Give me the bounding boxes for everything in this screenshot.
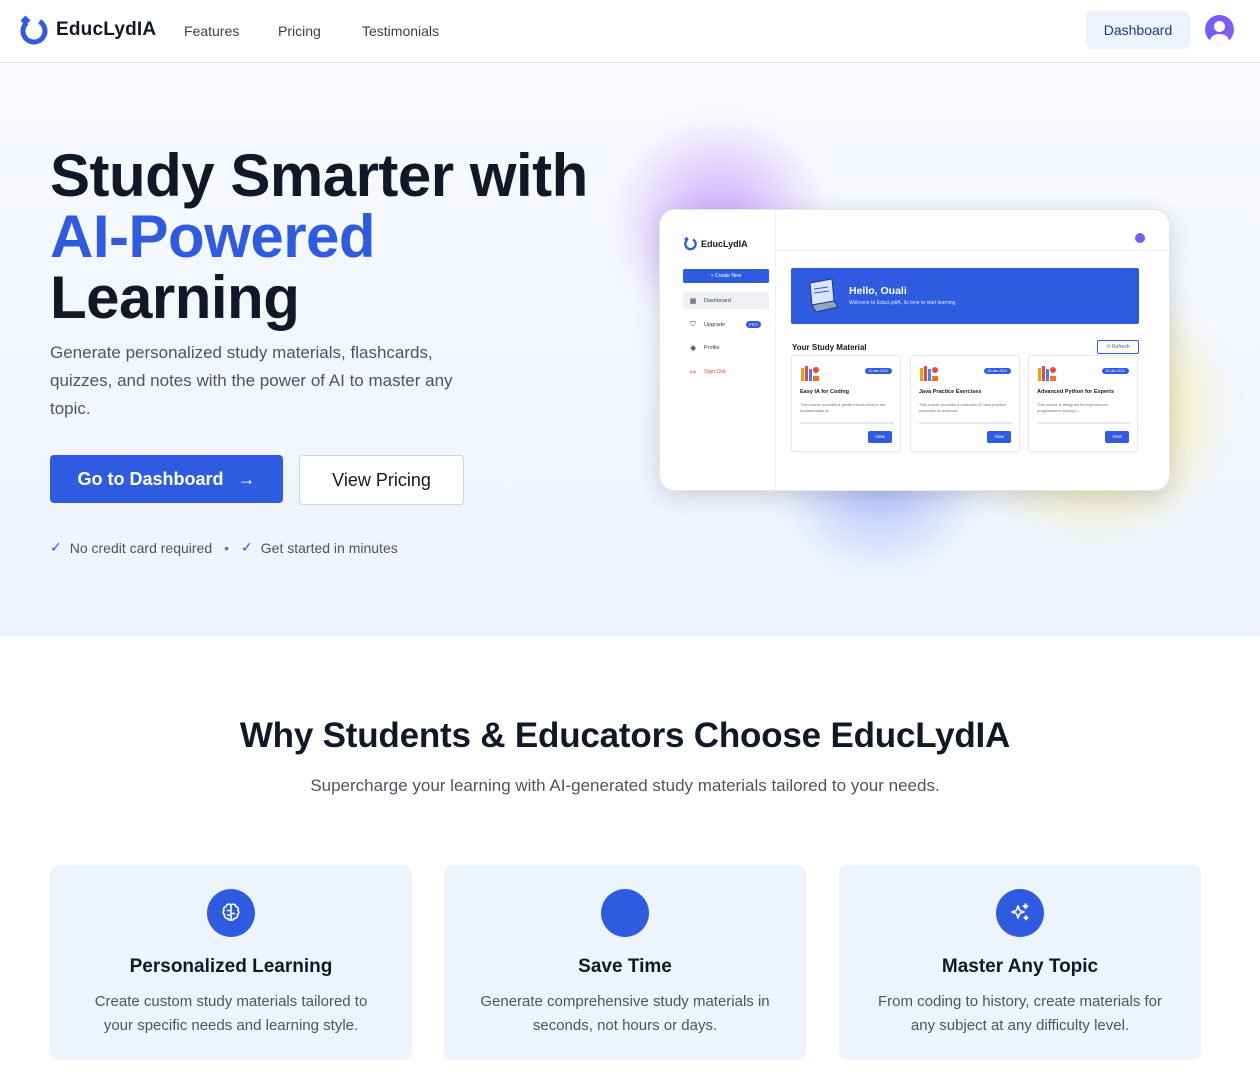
laptop-icon <box>809 278 839 313</box>
course-progress-bar <box>919 422 1013 424</box>
feature-title: Master Any Topic <box>941 956 1099 977</box>
hero-description: Generate personalized study materials, f… <box>50 343 453 418</box>
course-progress-bar <box>1037 422 1131 424</box>
feature-description: Generate comprehensive study materials i… <box>480 993 770 1034</box>
course-date-badge: 20-dec 2024 <box>864 368 892 374</box>
brain-icon <box>207 889 255 937</box>
view-pricing-button[interactable]: View Pricing <box>299 455 464 505</box>
course-view-button: View <box>868 431 892 443</box>
course-description: This course provides a gentle introducti… <box>800 402 886 413</box>
mock-brand: EducLydIA <box>683 236 748 251</box>
mock-section-title: Your Study Material <box>792 343 867 352</box>
feature-title: Save Time <box>578 956 672 977</box>
app-preview-mockup: EducLydIA + Create New ▦ Dashboard ⛉ Upg… <box>659 209 1170 491</box>
books-icon <box>920 366 938 381</box>
course-title: Advanced Python for Experts <box>1037 389 1115 395</box>
features-title: Why Students & Educators Choose EducLydI… <box>239 716 1011 755</box>
shield-icon: ⛉ <box>690 320 696 328</box>
logout-icon: ↦ <box>690 368 696 376</box>
perk-no-credit-card: No credit card required <box>69 539 213 556</box>
mock-menu-label: Upgrade <box>704 321 726 328</box>
mock-welcome-banner: Hello, Ouali Welcome to EducLydIA, Its t… <box>791 268 1139 324</box>
mock-sidebar: EducLydIA + Create New ▦ Dashboard ⛉ Upg… <box>660 210 776 490</box>
logo-icon <box>20 15 48 45</box>
mock-menu-upgrade: ⛉ Upgrade PRO <box>683 316 769 333</box>
feature-card-personalized: Personalized Learning Create custom stud… <box>50 865 412 1060</box>
course-title: Easy IA for Coding <box>800 389 849 395</box>
feature-description: Create custom study materials tailored t… <box>94 993 368 1034</box>
brand-logo[interactable]: EducLydIA <box>18 14 156 46</box>
nav-link-pricing[interactable]: Pricing <box>278 23 321 39</box>
nav-link-features[interactable]: Features <box>184 23 239 39</box>
check-icon: ✓ <box>241 539 253 555</box>
user-avatar[interactable] <box>1205 15 1234 44</box>
pro-badge: PRO <box>746 321 761 328</box>
mock-welcome-text: Welcome to EducLydIA, Its time to start … <box>849 300 956 306</box>
course-view-button: View <box>1105 431 1129 443</box>
hero-title-accent: AI-Powered <box>50 203 376 270</box>
top-nav: EducLydIA Features Pricing Testimonials … <box>0 0 1260 63</box>
logo-icon <box>684 236 697 251</box>
mock-avatar <box>1135 233 1145 243</box>
mock-course-card: 20-dec 2024 Easy IA for Coding This cour… <box>791 355 901 452</box>
mock-header-divider <box>776 250 1169 251</box>
course-progress-bar <box>800 422 894 424</box>
books-icon <box>1038 366 1056 381</box>
mock-refresh-button: ⟳ Refresh <box>1097 340 1139 354</box>
go-to-dashboard-button[interactable]: Go to Dashboard → <box>50 455 283 503</box>
course-date-badge: 20-dec 2024 <box>1101 368 1129 374</box>
books-icon <box>801 366 819 381</box>
mock-greeting: Hello, Ouali <box>849 285 907 297</box>
feature-card-master-topic: Master Any Topic From coding to history,… <box>839 865 1201 1060</box>
course-description: This course provides a collection of Jav… <box>919 402 1007 413</box>
hero-title-line3: Learning <box>50 264 300 331</box>
mock-menu-label: Sign Out <box>704 368 726 375</box>
course-description: This course is designed for experienced … <box>1037 402 1108 413</box>
sparkles-icon <box>996 889 1044 937</box>
mock-menu-profile: ◉ Profile <box>683 339 769 356</box>
nav-dashboard-button[interactable]: Dashboard <box>1086 11 1190 49</box>
mock-menu-dashboard: ▦ Dashboard <box>683 292 769 309</box>
user-circle-icon: ◉ <box>689 344 697 352</box>
mock-refresh-label: Refresh <box>1112 344 1130 350</box>
hero-title: Study Smarter with AI-Powered Learning <box>50 145 588 328</box>
features-subtitle: Supercharge your learning with AI-genera… <box>310 776 940 795</box>
check-icon: ✓ <box>50 539 62 555</box>
feature-description: From coding to history, create materials… <box>878 993 1162 1034</box>
hero-title-line1: Study Smarter with <box>50 142 588 209</box>
grid-icon: ▦ <box>689 297 697 305</box>
clock-icon <box>601 889 649 937</box>
course-title: Java Practice Exercises <box>919 389 982 395</box>
feature-title: Personalized Learning <box>129 956 333 977</box>
course-date-badge: 20-dec 2024 <box>983 368 1011 374</box>
perk-separator: • <box>224 539 230 556</box>
mock-create-new-button: + Create New <box>683 269 769 283</box>
brand-name: EducLydIA <box>56 19 157 40</box>
arrow-right-icon: → <box>237 468 256 489</box>
mock-course-card: 20-dec 2024 Java Practice Exercises This… <box>910 355 1020 452</box>
mock-brand-name: EducLydIA <box>701 238 748 249</box>
feature-card-save-time: Save Time Generate comprehensive study m… <box>444 865 806 1060</box>
nav-link-testimonials[interactable]: Testimonials <box>362 23 439 39</box>
mock-menu-label: Profile <box>704 344 720 351</box>
go-to-dashboard-label: Go to Dashboard <box>77 468 224 489</box>
course-view-button: View <box>987 431 1011 443</box>
mock-menu-signout: ↦ Sign Out <box>683 363 769 380</box>
perk-get-started: Get started in minutes <box>260 539 398 556</box>
hero-perks: ✓ No credit card required • ✓ Get starte… <box>50 539 398 556</box>
hero-section: Study Smarter with AI-Powered Learning G… <box>0 63 1260 636</box>
mock-course-card: 20-dec 2024 Advanced Python for Experts … <box>1028 355 1138 452</box>
mock-menu-label: Dashboard <box>704 297 731 304</box>
